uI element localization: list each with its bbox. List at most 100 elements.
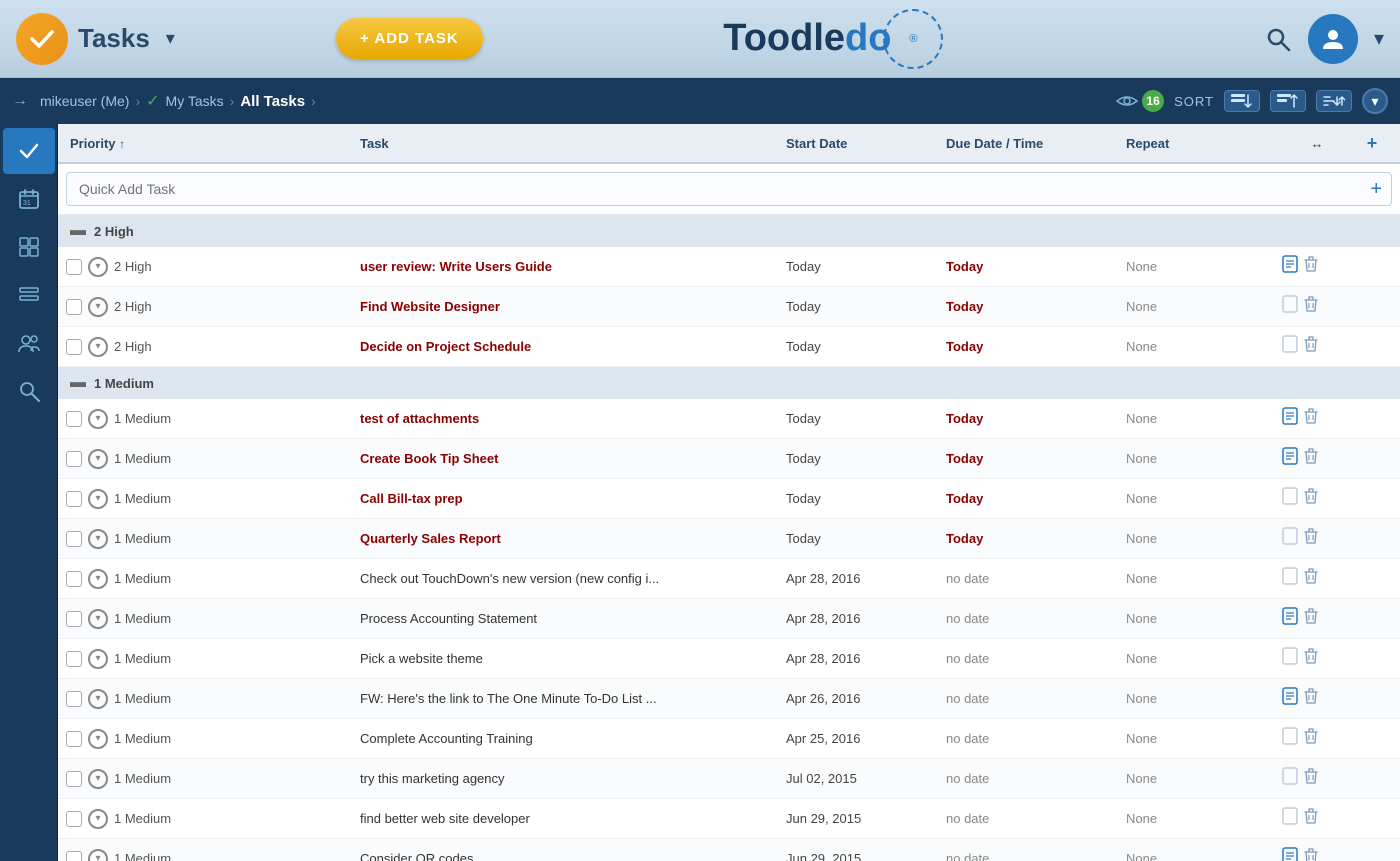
user-dropdown-arrow[interactable]: ▾	[1374, 26, 1384, 51]
note-icon-empty[interactable]	[1282, 807, 1298, 830]
delete-icon[interactable]	[1304, 808, 1318, 829]
quick-add-input[interactable]	[66, 172, 1392, 206]
delete-icon[interactable]	[1304, 408, 1318, 429]
task-checkbox[interactable]	[66, 691, 82, 707]
delete-icon[interactable]	[1304, 336, 1318, 357]
tasks-dropdown-arrow[interactable]: ▾	[166, 28, 175, 49]
task-checkbox[interactable]	[66, 811, 82, 827]
delete-icon[interactable]	[1304, 568, 1318, 589]
note-icon[interactable]	[1282, 687, 1298, 710]
expand-icon[interactable]: ▾	[88, 257, 108, 277]
note-icon-empty[interactable]	[1282, 647, 1298, 670]
sidebar-item-grid[interactable]	[3, 224, 55, 270]
pin-icon[interactable]: →	[12, 92, 28, 110]
note-icon[interactable]	[1282, 255, 1298, 278]
task-name[interactable]: Find Website Designer	[356, 299, 782, 314]
expand-icon[interactable]: ▾	[88, 809, 108, 829]
task-checkbox[interactable]	[66, 731, 82, 747]
nav-expand-btn[interactable]: ▾	[1362, 88, 1388, 114]
expand-icon[interactable]: ▾	[88, 609, 108, 629]
sidebar-item-users[interactable]	[3, 320, 55, 366]
sort-multi-btn[interactable]	[1316, 90, 1352, 112]
delete-icon[interactable]	[1304, 728, 1318, 749]
task-checkbox[interactable]	[66, 451, 82, 467]
delete-icon[interactable]	[1304, 488, 1318, 509]
task-name[interactable]: Process Accounting Statement	[356, 611, 782, 626]
delete-icon[interactable]	[1304, 296, 1318, 317]
sort-date-btn[interactable]	[1270, 90, 1306, 112]
task-checkbox[interactable]	[66, 339, 82, 355]
due-date-column-header[interactable]: Due Date / Time	[942, 136, 1122, 151]
note-icon-empty[interactable]	[1282, 527, 1298, 550]
sidebar-item-lines[interactable]	[3, 272, 55, 318]
sort-priority-btn[interactable]	[1224, 90, 1260, 112]
sidebar-item-calendar[interactable]: 31	[3, 176, 55, 222]
note-icon[interactable]	[1282, 847, 1298, 861]
note-icon[interactable]	[1282, 607, 1298, 630]
quick-add-plus-icon[interactable]: +	[1370, 178, 1382, 201]
note-icon-empty[interactable]	[1282, 487, 1298, 510]
delete-icon[interactable]	[1304, 608, 1318, 629]
breadcrumb-user[interactable]: mikeuser (Me)	[40, 93, 129, 109]
expand-icon[interactable]: ▾	[88, 649, 108, 669]
sidebar-item-search[interactable]	[3, 368, 55, 414]
priority-column-header[interactable]: Priority	[66, 136, 356, 151]
expand-icon[interactable]: ▾	[88, 297, 108, 317]
task-checkbox[interactable]	[66, 259, 82, 275]
task-name[interactable]: Create Book Tip Sheet	[356, 451, 782, 466]
task-name[interactable]: Pick a website theme	[356, 651, 782, 666]
task-checkbox[interactable]	[66, 531, 82, 547]
search-button[interactable]	[1264, 25, 1292, 53]
task-checkbox[interactable]	[66, 851, 82, 861]
expand-icon[interactable]: ▾	[88, 849, 108, 861]
delete-icon[interactable]	[1304, 768, 1318, 789]
task-checkbox[interactable]	[66, 491, 82, 507]
group-collapse-icon[interactable]: ▬	[70, 374, 86, 392]
task-column-header[interactable]: Task	[356, 136, 782, 151]
delete-icon[interactable]	[1304, 256, 1318, 277]
note-icon[interactable]	[1282, 407, 1298, 430]
task-name[interactable]: Consider QR codes	[356, 851, 782, 861]
delete-icon[interactable]	[1304, 528, 1318, 549]
task-checkbox[interactable]	[66, 299, 82, 315]
task-name[interactable]: user review: Write Users Guide	[356, 259, 782, 274]
task-checkbox[interactable]	[66, 571, 82, 587]
note-icon[interactable]	[1282, 447, 1298, 470]
sidebar-item-check[interactable]	[3, 128, 55, 174]
task-name[interactable]: Quarterly Sales Report	[356, 531, 782, 546]
note-icon-empty[interactable]	[1282, 727, 1298, 750]
expand-icon[interactable]: ▾	[88, 569, 108, 589]
task-checkbox[interactable]	[66, 771, 82, 787]
note-icon-empty[interactable]	[1282, 567, 1298, 590]
task-name[interactable]: Check out TouchDown's new version (new c…	[356, 571, 782, 586]
task-checkbox[interactable]	[66, 411, 82, 427]
expand-icon[interactable]: ▾	[88, 409, 108, 429]
add-task-button[interactable]: + ADD TASK	[336, 18, 483, 59]
resize-column-header[interactable]: ↔	[1282, 136, 1352, 151]
note-icon-empty[interactable]	[1282, 335, 1298, 358]
expand-icon[interactable]: ▾	[88, 529, 108, 549]
expand-icon[interactable]: ▾	[88, 449, 108, 469]
expand-icon[interactable]: ▾	[88, 337, 108, 357]
app-logo[interactable]	[16, 13, 68, 65]
add-column-header[interactable]: +	[1352, 133, 1392, 154]
user-avatar[interactable]	[1308, 14, 1358, 64]
delete-icon[interactable]	[1304, 648, 1318, 669]
task-name[interactable]: find better web site developer	[356, 811, 782, 826]
delete-icon[interactable]	[1304, 448, 1318, 469]
expand-icon[interactable]: ▾	[88, 489, 108, 509]
breadcrumb-all-tasks[interactable]: All Tasks	[240, 93, 305, 110]
expand-icon[interactable]: ▾	[88, 729, 108, 749]
repeat-column-header[interactable]: Repeat	[1122, 136, 1282, 151]
expand-icon[interactable]: ▾	[88, 769, 108, 789]
task-name[interactable]: Complete Accounting Training	[356, 731, 782, 746]
note-icon-empty[interactable]	[1282, 295, 1298, 318]
task-name[interactable]: Call Bill-tax prep	[356, 491, 782, 506]
delete-icon[interactable]	[1304, 688, 1318, 709]
task-name[interactable]: test of attachments	[356, 411, 782, 426]
task-name[interactable]: FW: Here's the link to The One Minute To…	[356, 691, 782, 706]
task-checkbox[interactable]	[66, 611, 82, 627]
task-checkbox[interactable]	[66, 651, 82, 667]
task-name[interactable]: Decide on Project Schedule	[356, 339, 782, 354]
start-date-column-header[interactable]: Start Date	[782, 136, 942, 151]
